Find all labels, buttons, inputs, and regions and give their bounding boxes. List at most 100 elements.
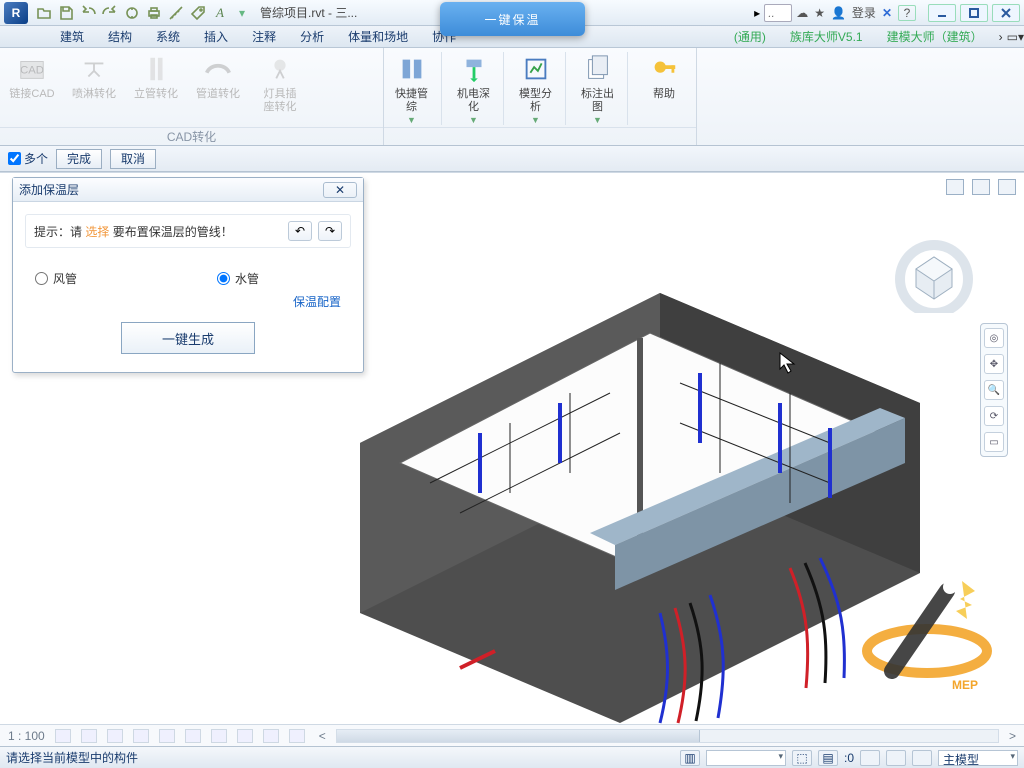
minimize-button[interactable] [928,4,956,22]
qat-open-icon[interactable] [34,3,54,23]
qat-sync-icon[interactable] [122,3,142,23]
tab-ext-modeler[interactable]: 建模大师（建筑） [875,26,995,48]
nav-zoom-icon[interactable]: 🔍 [984,380,1004,400]
tab-massing[interactable]: 体量和场地 [336,26,420,48]
btn-riser-convert[interactable]: 立管转化 [130,52,182,101]
tab-ext-general[interactable]: (通用) [722,26,778,48]
qat-save-icon[interactable] [56,3,76,23]
view-scrollbar[interactable] [336,729,999,743]
title-bar: R A ▾ 管综项目.rvt - 三... 一键保温 ▸ ☁ ★ 👤 登录 ✕ … [0,0,1024,26]
btn-quick-pipe[interactable]: 快捷管综▼ [390,52,442,125]
tab-annotate[interactable]: 注释 [240,26,288,48]
vcb-crop2-icon[interactable] [211,729,227,743]
exchange-icon[interactable]: ✕ [882,6,892,20]
mep-icon [457,52,491,86]
link-cad-icon: CAD [15,52,49,86]
dialog-close-button[interactable]: ✕ [323,182,357,198]
options-bar: 多个 完成 取消 [0,146,1024,172]
help-icon[interactable]: ? [898,5,916,21]
tabs-minimize-icon[interactable]: ▭▾ [1007,30,1024,44]
finish-button[interactable]: 完成 [56,149,102,169]
view-window-controls [946,179,1016,195]
dialog-titlebar[interactable]: 添加保温层 ✕ [13,178,363,202]
insulation-config-link[interactable]: 保温配置 [293,295,341,309]
user-icon[interactable]: 👤 [831,6,846,20]
multi-checkbox[interactable]: 多个 [8,150,48,167]
radio-pipe[interactable]: 水管 [217,270,259,287]
tabs-overflow-icon[interactable]: › [999,30,1003,44]
vcb-temp-icon[interactable] [263,729,279,743]
window-buttons [928,4,1020,22]
tab-ext-famlib[interactable]: 族库大师V5.1 [778,26,875,48]
view-close-icon[interactable] [998,179,1016,195]
dialog-hint: 提示：请 选择 要布置保温层的管线！ ↶ ↷ [25,214,351,248]
qat-measure-icon[interactable] [166,3,186,23]
nav-pan-icon[interactable]: ✥ [984,354,1004,374]
view-max-icon[interactable] [972,179,990,195]
cloud-icon[interactable]: ☁ [796,6,808,20]
btn-annotate-export[interactable]: 标注出图▼ [576,52,628,125]
svg-text:CAD: CAD [20,65,44,77]
status-b1-icon[interactable] [860,750,880,766]
view-cube[interactable] [894,233,974,313]
vcb-style-icon[interactable] [81,729,97,743]
tab-systems[interactable]: 系统 [144,26,192,48]
analyze-icon [519,52,553,86]
vcb-render-icon[interactable] [159,729,175,743]
status-tray-icon[interactable]: ▥ [680,750,700,766]
qat-redo-icon[interactable] [100,3,120,23]
tab-analyze[interactable]: 分析 [288,26,336,48]
maximize-button[interactable] [960,4,988,22]
status-b3-icon[interactable] [912,750,932,766]
nav-box-icon[interactable]: ▭ [984,432,1004,452]
btn-link-cad[interactable]: CAD 链接CAD [6,52,58,101]
status-worksets-combo[interactable] [706,750,786,766]
btn-spray-convert[interactable]: 喷淋转化 [68,52,120,101]
qat-dropdown-icon[interactable]: ▾ [232,3,252,23]
status-message: 请选择当前模型中的构件 [6,749,674,766]
status-b2-icon[interactable] [886,750,906,766]
btn-pipe-convert[interactable]: 管道转化 [192,52,244,101]
login-link[interactable]: 登录 [852,4,876,21]
nav-orbit-icon[interactable]: ⟳ [984,406,1004,426]
vcb-shadow-icon[interactable] [133,729,149,743]
view-control-bar: 1 : 100 < > [0,724,1024,746]
app-menu-button[interactable]: R [4,2,28,24]
dialog-radio-group: 风管 水管 [35,270,341,287]
vcb-crop-icon[interactable] [185,729,201,743]
tab-architecture[interactable]: 建筑 [48,26,96,48]
search-box[interactable]: ▸ [754,4,792,22]
view-min-icon[interactable] [946,179,964,195]
status-model-combo[interactable]: 主模型 [938,750,1018,766]
cancel-button[interactable]: 取消 [110,149,156,169]
nav-wheel-icon[interactable]: ◎ [984,328,1004,348]
status-bar: 请选择当前模型中的构件 ▥ ⬚ ▤ :0 主模型 [0,746,1024,768]
btn-model-analyze[interactable]: 模型分析▼ [514,52,566,125]
title-right-cluster: ☁ ★ 👤 登录 ✕ ? [796,4,916,21]
tab-structure[interactable]: 结构 [96,26,144,48]
qat-undo-icon[interactable] [78,3,98,23]
star-icon[interactable]: ★ [814,6,825,20]
vcb-lock-icon[interactable] [237,729,253,743]
generate-button[interactable]: 一键生成 [121,322,255,354]
dialog-undo-button[interactable]: ↶ [288,221,312,241]
btn-fixture-convert[interactable]: 灯具插 座转化 [254,52,306,114]
qat-print-icon[interactable] [144,3,164,23]
status-select-icon[interactable]: ⬚ [792,750,812,766]
vcb-sun-icon[interactable] [107,729,123,743]
status-filter-icon[interactable]: ▤ [818,750,838,766]
radio-duct[interactable]: 风管 [35,270,77,287]
tab-insert[interactable]: 插入 [192,26,240,48]
scroll-thumb[interactable] [337,730,701,742]
dialog-redo-button[interactable]: ↷ [318,221,342,241]
btn-help[interactable]: 帮助 [638,52,690,101]
scale-label[interactable]: 1 : 100 [8,729,45,743]
qat-tag-icon[interactable] [188,3,208,23]
vcb-reveal-icon[interactable] [289,729,305,743]
qat-text-icon[interactable]: A [210,3,230,23]
btn-mep-deepen[interactable]: 机电深化▼ [452,52,504,125]
vcb-detail-icon[interactable] [55,729,71,743]
close-button[interactable] [992,4,1020,22]
status-filter-count: :0 [844,751,854,765]
search-input[interactable] [764,4,792,22]
